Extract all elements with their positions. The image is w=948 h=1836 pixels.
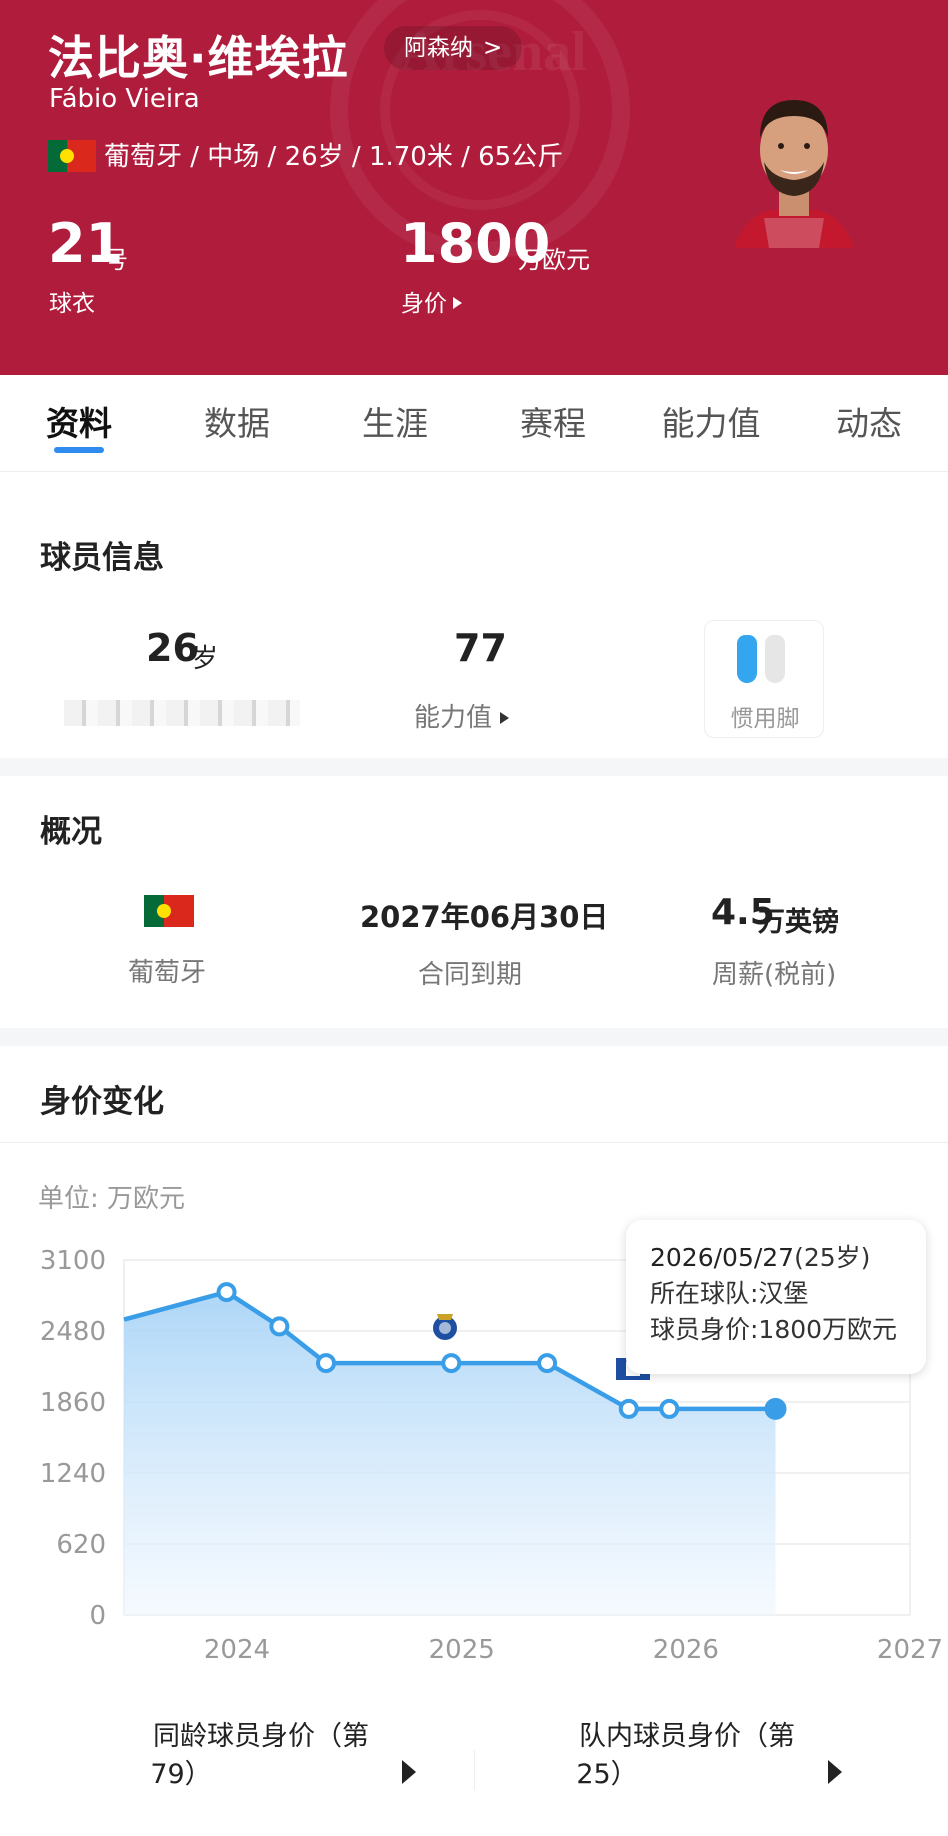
rank-divider: [474, 1750, 475, 1790]
tooltip-club: 所在球队:汉堡: [650, 1279, 809, 1308]
portugal-flag-icon: [144, 895, 194, 927]
y-tick-label: 2480: [40, 1317, 106, 1347]
tooltip-age: (25岁): [794, 1243, 871, 1272]
right-foot-icon: [765, 635, 785, 683]
left-foot-icon: [737, 635, 757, 683]
club-link-button[interactable]: 阿森纳 >: [384, 26, 523, 70]
player-name-en: Fábio Vieira: [49, 84, 200, 114]
shirt-number-unit: 号: [104, 246, 128, 274]
y-tick-label: 620: [56, 1530, 106, 1560]
x-tick-label: 2027: [877, 1635, 943, 1665]
active-tab-indicator: [54, 447, 104, 453]
market-value-link[interactable]: 身价: [401, 284, 462, 318]
tab-profile[interactable]: 资料: [0, 375, 158, 471]
in-team-rank-line1: 队内球员身价（第: [579, 1721, 795, 1752]
play-arrow-icon: [402, 1760, 416, 1784]
market-value-label: 身价: [401, 291, 447, 317]
player-info-title: 球员信息: [40, 540, 164, 576]
contract-expiry-date: 2027年06月30日: [360, 900, 609, 934]
value-rankings: 同龄球员身价（第 79） 队内球员身价（第 25）: [0, 1718, 948, 1836]
value-change-title: 身价变化: [40, 1084, 164, 1120]
value-point: [618, 1398, 639, 1419]
x-tick-label: 2025: [429, 1635, 495, 1665]
same-age-rank-line2: 79）: [150, 1759, 212, 1790]
value-tooltip: 2026/05/27(25岁) 所在球队:汉堡 球员身价:1800万欧元: [626, 1220, 926, 1374]
value-point: [216, 1282, 237, 1303]
tab-ability[interactable]: 能力值: [632, 375, 790, 471]
nationality-label: 葡萄牙: [128, 958, 207, 988]
contract-expiry-label: 合同到期: [418, 960, 523, 990]
preferred-foot-card: 惯用脚: [704, 620, 824, 738]
same-age-rank-line1: 同龄球员身价（第: [153, 1721, 369, 1752]
chevron-right-icon: >: [483, 35, 503, 61]
weekly-wage-unit: 万英镑: [758, 907, 839, 938]
tooltip-value: 球员身价:1800万欧元: [650, 1315, 898, 1344]
play-arrow-icon: [828, 1760, 842, 1784]
value-point: [441, 1353, 462, 1374]
overview-title: 概况: [40, 814, 102, 850]
y-tick-label: 1860: [40, 1388, 106, 1418]
ability-rating: 77: [454, 626, 507, 670]
play-arrow-icon: [453, 297, 462, 309]
porto-badge-icon: [433, 1314, 457, 1340]
tab-stats[interactable]: 数据: [158, 375, 316, 471]
x-tick-label: 2026: [653, 1635, 719, 1665]
tab-schedule[interactable]: 赛程: [474, 375, 632, 471]
same-age-rank-button[interactable]: 同龄球员身价（第 79）: [96, 1718, 426, 1836]
section-divider: [0, 758, 948, 776]
value-point: [537, 1353, 558, 1374]
in-team-rank-line2: 25）: [576, 1759, 638, 1790]
ability-rating-label: 能力值: [414, 703, 493, 733]
section-divider: [0, 1028, 948, 1046]
ability-rating-link[interactable]: 能力值: [414, 697, 510, 734]
play-arrow-icon: [500, 712, 510, 724]
shirt-number-label: 球衣: [49, 291, 95, 317]
player-age: 26: [146, 626, 199, 670]
tab-career[interactable]: 生涯: [316, 375, 474, 471]
player-photo: [734, 100, 854, 248]
preferred-foot-label: 惯用脚: [730, 706, 800, 732]
tooltip-date: 2026/05/27: [650, 1243, 795, 1272]
y-tick-label: 1240: [40, 1459, 106, 1489]
club-name: 阿森纳: [404, 35, 473, 61]
player-name-cn: 法比奥·维埃拉: [48, 31, 349, 85]
value-point: [269, 1316, 290, 1337]
blurred-birthdate: [64, 700, 300, 726]
in-team-rank-button[interactable]: 队内球员身价（第 25）: [522, 1718, 852, 1836]
player-header: Arsenal 法比奥·维埃拉 阿森纳 > Fábio Vieira 葡萄牙 / …: [0, 0, 948, 375]
value-point: [659, 1398, 680, 1419]
player-bio: 葡萄牙 / 中场 / 26岁 / 1.70米 / 65公斤: [104, 142, 564, 172]
weekly-wage-label: 周薪(税前): [712, 960, 837, 990]
section-rule: [0, 1142, 948, 1143]
value-point-selected: [764, 1397, 787, 1420]
portugal-flag-icon: [48, 140, 96, 172]
profile-tabs: 资料 数据 生涯 赛程 能力值 动态: [0, 375, 948, 472]
y-tick-label: 3100: [40, 1246, 106, 1276]
tab-news[interactable]: 动态: [790, 375, 948, 471]
value-point: [316, 1353, 337, 1374]
value-unit-label: 单位: 万欧元: [38, 1184, 186, 1214]
market-value-unit: 万欧元: [518, 246, 590, 274]
player-age-unit: 岁: [192, 644, 219, 674]
tooltip-date-row: 2026/05/27(25岁): [650, 1240, 902, 1276]
y-tick-label: 0: [89, 1601, 106, 1631]
x-tick-label: 2024: [204, 1635, 270, 1665]
